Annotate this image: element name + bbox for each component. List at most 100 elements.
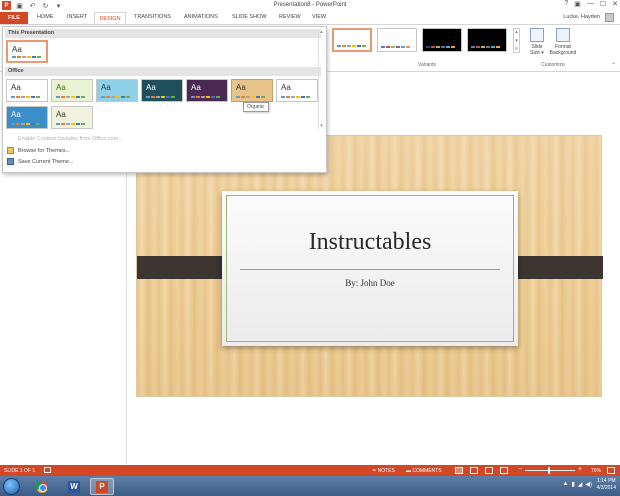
ribbon-tabs: FILE HOME INSERT DESIGN TRANSITIONS ANIM… (0, 12, 620, 24)
group-label-customize: Customize (541, 62, 565, 68)
tab-review[interactable]: REVIEW (279, 14, 301, 20)
close-icon[interactable]: ✕ (612, 0, 618, 8)
slide-show-icon[interactable] (500, 467, 508, 474)
user-name[interactable]: Lucke, Hayden (563, 14, 600, 20)
tray-volume-icon[interactable]: ◀) (585, 481, 592, 488)
slide-sorter-icon[interactable] (470, 467, 478, 474)
save-current-theme[interactable]: Save Current Theme... (7, 158, 74, 165)
theme-tile-label: Aa (11, 83, 21, 92)
tray-battery-icon[interactable]: ▮ (571, 481, 574, 488)
user-avatar[interactable] (605, 13, 614, 22)
save-theme-label: Save Current Theme... (18, 158, 74, 165)
variant-thumbnail[interactable] (377, 28, 417, 52)
more-icon[interactable]: ≡ (515, 46, 518, 52)
theme-tile[interactable]: Aa (186, 79, 228, 102)
theme-color-strip (146, 96, 175, 98)
help-icon[interactable]: ? (564, 0, 568, 8)
window-title: Presentation8 - PowerPoint (273, 2, 347, 8)
clock-date: 4/3/2014 (596, 485, 616, 491)
theme-tile-label: Aa (56, 83, 66, 92)
theme-tile[interactable]: Aa (6, 106, 48, 129)
tab-transitions[interactable]: TRANSITIONS (134, 14, 171, 20)
taskbar-word[interactable]: W (62, 478, 86, 495)
title-card: Instructables By: John Doe (222, 191, 518, 346)
decor-band-left (137, 256, 232, 279)
theme-tile[interactable]: Aa (141, 79, 183, 102)
section-this-presentation: This Presentation (5, 29, 321, 38)
system-clock[interactable]: 1:14 PM 4/3/2014 (597, 478, 616, 492)
slide-indicator: SLIDE 1 OF 1 (4, 468, 36, 474)
variant-color-strip (471, 46, 500, 48)
theme-tile-label: Aa (101, 83, 111, 92)
tab-home[interactable]: HOME (37, 14, 54, 20)
start-button[interactable] (3, 478, 20, 495)
variant-color-strip (337, 45, 366, 47)
tab-view[interactable]: VIEW (312, 14, 326, 20)
powerpoint-icon: P (96, 480, 108, 493)
fit-to-window-icon[interactable] (607, 467, 615, 474)
enable-content-updates: Enable Content Updates from Office.com..… (7, 135, 123, 142)
tab-insert[interactable]: INSERT (67, 14, 87, 20)
minimize-icon[interactable]: — (587, 0, 594, 8)
scroll-down-icon[interactable]: ▾ (320, 123, 323, 129)
format-background-label: Format Background (549, 44, 577, 56)
normal-view-icon[interactable] (455, 467, 463, 474)
notes-button[interactable]: ≐ NOTES (372, 468, 395, 474)
reading-view-icon[interactable] (485, 467, 493, 474)
zoom-out-icon[interactable]: − (518, 466, 522, 473)
enable-updates-label: Enable Content Updates from Office.com..… (18, 135, 123, 142)
theme-tile[interactable]: Aa (51, 79, 93, 102)
variants-gallery (332, 28, 507, 52)
comments-button[interactable]: ▬ COMMENTS (406, 468, 442, 474)
theme-tile-label: Aa (236, 83, 246, 92)
ribbon-display-icon[interactable]: ▣ (574, 0, 581, 8)
slide-subtitle[interactable]: By: John Doe (222, 278, 518, 288)
slide-title[interactable]: Instructables (222, 229, 518, 256)
theme-tile[interactable]: Aa (96, 79, 138, 102)
theme-tile[interactable]: Aa (231, 79, 273, 102)
theme-tile-label: Aa (12, 45, 22, 54)
browse-for-themes[interactable]: Browse for Themes... (7, 147, 70, 154)
tab-animations[interactable]: ANIMATIONS (184, 14, 218, 20)
theme-color-strip (12, 56, 41, 58)
taskbar-powerpoint[interactable]: P (90, 478, 114, 495)
themes-scrollbar[interactable]: ▴ ▾ (318, 29, 324, 129)
slide-size-button[interactable]: Slide Size ▾ (528, 28, 546, 56)
variants-scroll[interactable]: ▴ ▾ ≡ (513, 28, 520, 53)
taskbar-chrome[interactable] (30, 478, 54, 495)
variant-color-strip (381, 46, 410, 48)
scroll-up-icon[interactable]: ▴ (515, 29, 518, 35)
theme-tile[interactable]: Aa (6, 79, 48, 102)
zoom-level[interactable]: 76% (591, 468, 601, 474)
theme-tile-label: Aa (191, 83, 201, 92)
theme-color-strip (11, 123, 40, 125)
collapse-ribbon-icon[interactable]: ⌃ (611, 62, 616, 69)
zoom-in-icon[interactable]: + (578, 466, 582, 473)
format-background-button[interactable]: Format Background (548, 28, 578, 56)
variant-thumbnail[interactable] (422, 28, 462, 52)
window-controls: ? ▣ — ☐ ✕ (564, 0, 618, 8)
zoom-slider-thumb[interactable] (548, 467, 550, 474)
theme-tooltip: Organic (243, 102, 269, 112)
theme-tile-label: Aa (146, 83, 156, 92)
theme-tile[interactable]: Aa (51, 106, 93, 129)
slide-size-label: Slide Size ▾ (530, 44, 544, 56)
slide-canvas[interactable]: Instructables By: John Doe (136, 135, 603, 397)
spell-check-icon[interactable] (44, 467, 51, 473)
theme-tile-label: Aa (56, 110, 66, 119)
tab-file[interactable]: FILE (0, 12, 28, 24)
scroll-up-icon[interactable]: ▴ (320, 29, 323, 35)
word-icon: W (68, 480, 80, 493)
maximize-icon[interactable]: ☐ (600, 0, 606, 8)
tab-slide-show[interactable]: SLIDE SHOW (232, 14, 267, 20)
theme-tile[interactable]: Aa (6, 40, 48, 63)
variant-thumbnail[interactable] (332, 28, 372, 52)
zoom-slider[interactable] (525, 470, 575, 471)
theme-tile[interactable]: Aa (276, 79, 318, 102)
browse-themes-label: Browse for Themes... (18, 147, 71, 154)
tray-network-icon[interactable]: ◢ (578, 481, 583, 488)
tab-design[interactable]: DESIGN (94, 12, 126, 24)
variant-thumbnail[interactable] (467, 28, 507, 52)
tray-expand-icon[interactable]: ▲ (562, 481, 568, 488)
scroll-down-icon[interactable]: ▾ (515, 38, 518, 44)
